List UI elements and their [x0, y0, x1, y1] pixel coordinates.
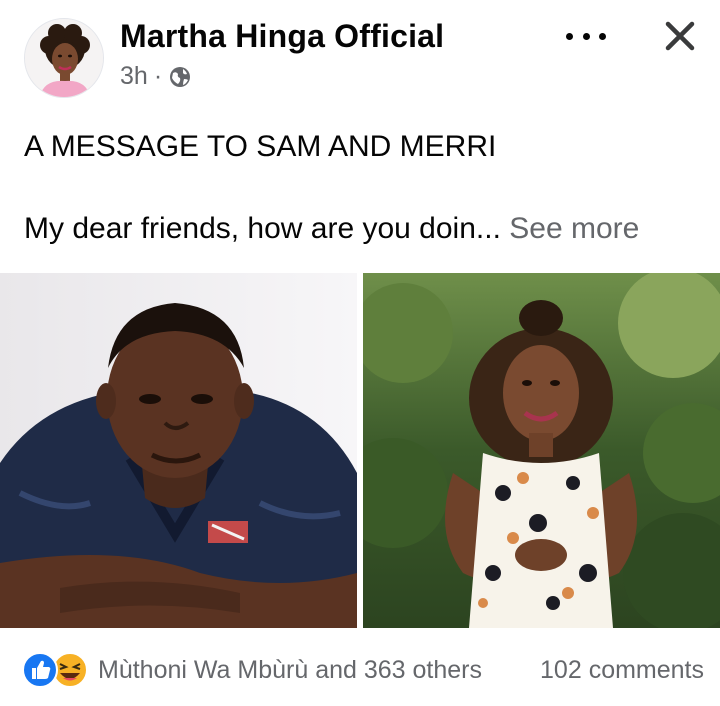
author-avatar[interactable] [24, 18, 104, 98]
photo-man[interactable] [0, 273, 357, 628]
post-meta: 3h · [120, 62, 192, 91]
more-dot [599, 32, 606, 40]
see-more-link[interactable]: See more [509, 212, 639, 245]
haha-icon [52, 652, 88, 688]
photo-woman[interactable] [363, 273, 720, 628]
more-options-button[interactable] [566, 24, 606, 48]
post-time[interactable]: 3h [120, 62, 148, 91]
post-body-preview: My dear friends, how are you doin... [24, 212, 501, 245]
post-header: Martha Hinga Official 3h · [0, 0, 720, 110]
post-footer: Mùthoni Wa Mbùrù and 363 others 102 comm… [0, 640, 720, 700]
like-icon [22, 652, 58, 688]
reactors-summary[interactable]: Mùthoni Wa Mbùrù and 363 others [98, 656, 482, 685]
globe-icon [170, 66, 191, 87]
post-headline: A MESSAGE TO SAM AND MERRI [24, 130, 497, 163]
comments-count[interactable]: 102 comments [540, 656, 704, 685]
close-icon[interactable] [660, 16, 700, 56]
more-dot [582, 32, 590, 40]
post-body: My dear friends, how are you doin... See… [24, 212, 639, 246]
reaction-icons[interactable] [22, 652, 90, 688]
more-dot [566, 32, 573, 40]
meta-separator: · [153, 62, 163, 90]
author-name[interactable]: Martha Hinga Official [120, 18, 444, 55]
